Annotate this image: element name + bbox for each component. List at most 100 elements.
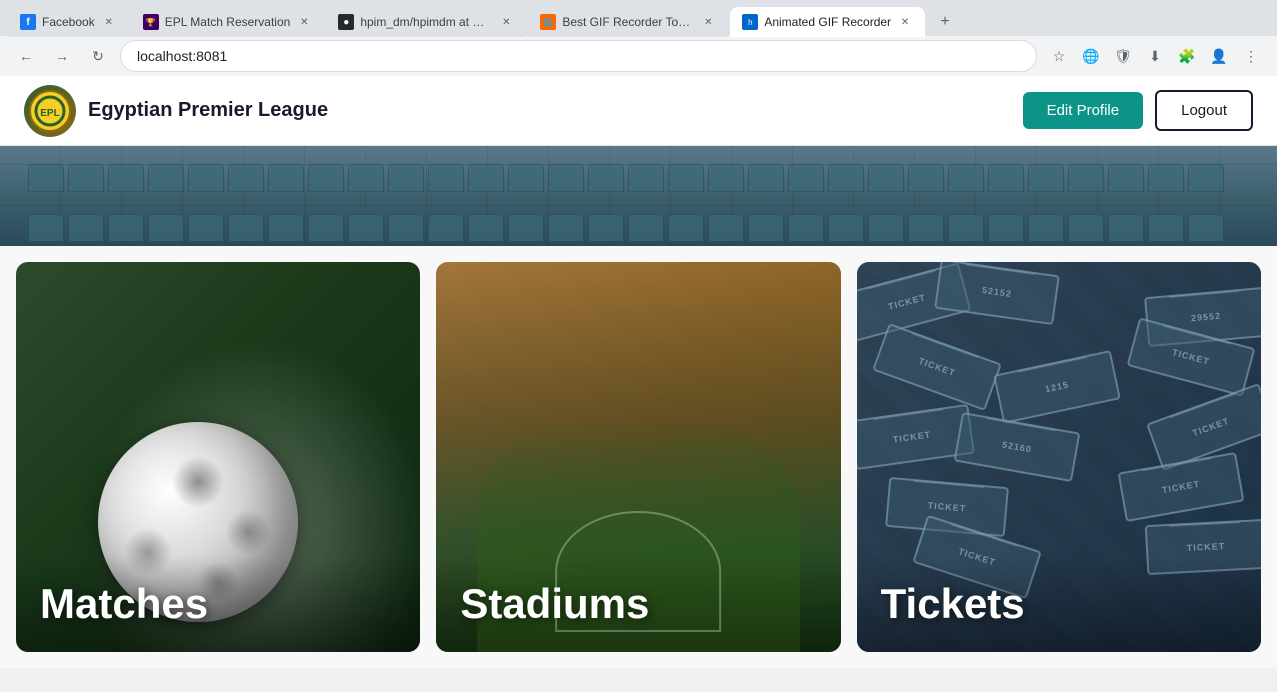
seats-row-1 — [16, 156, 1261, 200]
seat — [628, 164, 664, 192]
seat — [1148, 164, 1184, 192]
shield-icon[interactable]: 🛡 — [1109, 42, 1137, 70]
seat — [228, 164, 264, 192]
card-stadiums[interactable]: Stadiums — [436, 262, 840, 652]
seat — [868, 164, 904, 192]
tab-animated[interactable]: h Animated GIF Recorder ✕ — [730, 7, 925, 37]
seat — [1108, 164, 1144, 192]
tab-gif-close[interactable]: ✕ — [700, 14, 716, 30]
seat — [188, 214, 224, 242]
navbar-actions: Edit Profile Logout — [1023, 90, 1253, 131]
facebook-favicon: f — [20, 14, 36, 30]
tab-facebook-close[interactable]: ✕ — [101, 14, 117, 30]
seat — [748, 164, 784, 192]
stadiums-title: Stadiums — [460, 580, 649, 627]
seat — [1028, 164, 1064, 192]
seat — [188, 164, 224, 192]
seat — [628, 214, 664, 242]
tab-epl-close[interactable]: ✕ — [296, 14, 312, 30]
seat — [148, 164, 184, 192]
seat — [228, 214, 264, 242]
tab-github-close[interactable]: ✕ — [498, 14, 514, 30]
seat — [308, 214, 344, 242]
seat — [68, 164, 104, 192]
seat — [1068, 164, 1104, 192]
tab-facebook-title: Facebook — [42, 15, 95, 29]
epl-favicon: 🏆 — [143, 14, 159, 30]
tab-gif-title: Best GIF Recorder Tools... — [562, 15, 694, 29]
tab-github[interactable]: ● hpim_dm/hpimdm at ma... ✕ — [326, 7, 526, 37]
tab-gif[interactable]: 🌐 Best GIF Recorder Tools... ✕ — [528, 7, 728, 37]
seat — [1108, 214, 1144, 242]
seat — [348, 164, 384, 192]
seat — [308, 164, 344, 192]
seat — [708, 164, 744, 192]
logout-button[interactable]: Logout — [1155, 90, 1253, 131]
toolbar-icons: ☆ 🌐 🛡 ⬇ 🧩 👤 ⋮ — [1045, 42, 1265, 70]
tab-epl[interactable]: 🏆 EPL Match Reservation ✕ — [131, 7, 325, 37]
seat — [588, 214, 624, 242]
seat — [788, 164, 824, 192]
stadiums-overlay: Stadiums — [436, 556, 840, 652]
seat — [468, 214, 504, 242]
seat — [788, 214, 824, 242]
seat — [548, 164, 584, 192]
app-container: EPL Egyptian Premier League Edit Profile… — [0, 76, 1277, 668]
seat — [28, 164, 64, 192]
profile-icon[interactable]: 👤 — [1205, 42, 1233, 70]
tickets-overlay: Tickets — [857, 556, 1261, 652]
seat — [908, 214, 944, 242]
seat — [988, 164, 1024, 192]
seat — [588, 164, 624, 192]
tab-bar: f Facebook ✕ 🏆 EPL Match Reservation ✕ ●… — [0, 0, 1277, 36]
seats-row-2 — [16, 206, 1261, 246]
extensions-icon[interactable]: 🧩 — [1173, 42, 1201, 70]
card-matches[interactable]: Matches — [16, 262, 420, 652]
download-icon[interactable]: ⬇ — [1141, 42, 1169, 70]
gif-favicon: 🌐 — [540, 14, 556, 30]
tab-facebook[interactable]: f Facebook ✕ — [8, 7, 129, 37]
tickets-title: Tickets — [881, 580, 1025, 627]
seat — [548, 214, 584, 242]
new-tab-button[interactable]: + — [931, 8, 959, 36]
seat — [868, 214, 904, 242]
svg-text:EPL: EPL — [40, 108, 59, 119]
navbar: EPL Egyptian Premier League Edit Profile… — [0, 76, 1277, 146]
translate-icon[interactable]: 🌐 — [1077, 42, 1105, 70]
animated-favicon: h — [742, 14, 758, 30]
hero-section — [0, 146, 1277, 246]
navbar-brand: EPL Egyptian Premier League — [24, 85, 328, 137]
address-bar-row: ← → ↻ localhost:8081 ☆ 🌐 🛡 ⬇ 🧩 👤 ⋮ — [0, 36, 1277, 76]
cards-section: Matches Stadiums TICKET 52152 29552 TICK… — [0, 246, 1277, 668]
seat — [348, 214, 384, 242]
menu-icon[interactable]: ⋮ — [1237, 42, 1265, 70]
ticket-stub: TICKET — [872, 323, 1002, 411]
seat — [508, 164, 544, 192]
seat — [388, 214, 424, 242]
seat — [508, 214, 544, 242]
seat — [748, 214, 784, 242]
ticket-stub: 52160 — [953, 412, 1080, 482]
stadiums-background: Stadiums — [436, 262, 840, 652]
refresh-button[interactable]: ↻ — [84, 42, 112, 70]
address-bar[interactable]: localhost:8081 — [120, 40, 1037, 72]
seat — [1188, 164, 1224, 192]
card-tickets[interactable]: TICKET 52152 29552 TICKET 1215 TICKET TI… — [857, 262, 1261, 652]
forward-button[interactable]: → — [48, 42, 76, 70]
seat — [468, 164, 504, 192]
matches-background: Matches — [16, 262, 420, 652]
seat — [268, 164, 304, 192]
tickets-background: TICKET 52152 29552 TICKET 1215 TICKET TI… — [857, 262, 1261, 652]
seat — [828, 164, 864, 192]
edit-profile-button[interactable]: Edit Profile — [1023, 92, 1144, 129]
back-button[interactable]: ← — [12, 42, 40, 70]
url-display: localhost:8081 — [137, 48, 1020, 64]
seat — [108, 214, 144, 242]
seat — [668, 214, 704, 242]
hero-background — [0, 146, 1277, 246]
seat — [1028, 214, 1064, 242]
bookmark-icon[interactable]: ☆ — [1045, 42, 1073, 70]
seat — [1148, 214, 1184, 242]
tab-animated-close[interactable]: ✕ — [897, 14, 913, 30]
brand-name: Egyptian Premier League — [88, 99, 328, 122]
